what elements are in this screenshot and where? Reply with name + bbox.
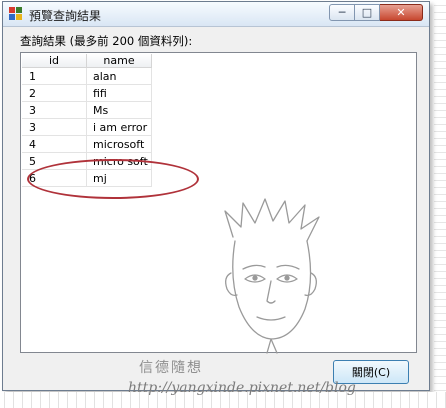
cell-id[interactable]: 2 [22,84,87,102]
cell-name[interactable]: microsoft [86,135,152,153]
preview-results-dialog: 預覽查詢結果 ─ □ ✕ 查詢結果 (最多前 200 個資料列): id nam… [2,1,430,391]
table-row[interactable]: 1 alan [22,67,152,85]
table-row[interactable]: 3 i am error [22,118,152,136]
highlight-ellipse [27,159,199,199]
close-window-button[interactable]: ✕ [380,4,423,21]
table-row[interactable]: 3 Ms [22,101,152,119]
cell-name[interactable]: i am error [86,118,152,136]
torn-edge-right [434,0,446,408]
column-header-id[interactable]: id [22,54,87,68]
cell-id[interactable]: 3 [22,101,87,119]
watermark-url: http://yangxinde.pixnet.net/blog [128,380,356,396]
watermark-name: 信德隨想 [139,360,203,376]
results-caption: 查詢結果 (最多前 200 個資料列): [20,34,193,48]
table-row[interactable]: 4 microsoft [22,135,152,153]
cell-name[interactable]: alan [86,67,152,85]
maximize-button[interactable]: □ [355,4,380,21]
cell-name[interactable]: Ms [86,101,152,119]
window-controls: ─ □ ✕ [329,4,423,22]
cell-id[interactable]: 4 [22,135,87,153]
window-title: 預覽查詢結果 [29,9,102,23]
table-row[interactable]: 2 fifi [22,84,152,102]
column-header-name[interactable]: name [86,54,152,68]
cell-name[interactable]: fifi [86,84,152,102]
minimize-button[interactable]: ─ [329,4,355,21]
app-icon [9,7,23,21]
header-row: id name [22,54,152,68]
cell-id[interactable]: 3 [22,118,87,136]
title-bar[interactable]: 預覽查詢結果 ─ □ ✕ [3,2,429,27]
caricature-watermark-icon [224,198,320,354]
cell-id[interactable]: 1 [22,67,87,85]
